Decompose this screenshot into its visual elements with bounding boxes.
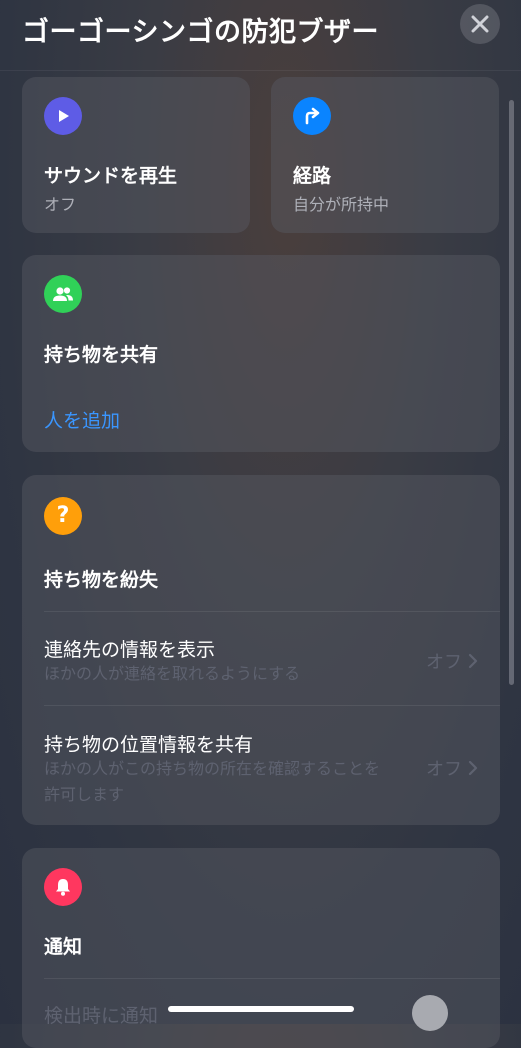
scrollbar[interactable] bbox=[509, 100, 514, 685]
row-value-text: オフ bbox=[426, 652, 462, 673]
show-contact-info-row[interactable]: 連絡先の情報を表示 ほかの人が連絡を取れるようにする オフ bbox=[22, 612, 500, 705]
directions-card[interactable]: 経路 自分が所持中 bbox=[271, 77, 499, 233]
question-mark-icon: ? bbox=[44, 497, 82, 535]
share-item-card: 持ち物を共有 人を追加 bbox=[22, 255, 500, 452]
chevron-right-icon bbox=[468, 760, 478, 776]
turn-right-arrow-icon bbox=[293, 97, 331, 135]
play-sound-status: オフ bbox=[44, 195, 77, 214]
row-value: オフ bbox=[426, 755, 478, 781]
add-person-link[interactable]: 人を追加 bbox=[44, 406, 120, 433]
directions-title: 経路 bbox=[293, 165, 332, 187]
notify-toggle[interactable] bbox=[412, 995, 448, 1031]
play-icon bbox=[44, 97, 82, 135]
row-title: 連絡先の情報を表示 bbox=[44, 639, 216, 661]
share-location-row[interactable]: 持ち物の位置情報を共有 ほかの人がこの持ち物の所在を確認することを許可します オ… bbox=[22, 706, 500, 825]
people-icon bbox=[44, 275, 82, 313]
chevron-right-icon bbox=[468, 653, 478, 669]
close-icon bbox=[471, 15, 489, 33]
lost-mode-card: ? 持ち物を紛失 連絡先の情報を表示 ほかの人が連絡を取れるようにする オフ 持… bbox=[22, 475, 500, 825]
close-button[interactable] bbox=[460, 4, 500, 44]
share-item-title: 持ち物を共有 bbox=[44, 344, 159, 366]
header: ゴーゴーシンゴの防犯ブザー bbox=[0, 0, 521, 71]
directions-status: 自分が所持中 bbox=[293, 195, 390, 214]
play-sound-card[interactable]: サウンドを再生 オフ bbox=[22, 77, 250, 233]
home-indicator[interactable] bbox=[168, 1006, 354, 1012]
lost-mode-title: 持ち物を紛失 bbox=[44, 569, 159, 591]
row-subtitle: ほかの人がこの持ち物の所在を確認することを許可します bbox=[44, 759, 381, 804]
notifications-title: 通知 bbox=[44, 936, 83, 958]
bell-icon bbox=[44, 868, 82, 906]
row-subtitle: ほかの人が連絡を取れるようにする bbox=[44, 664, 301, 683]
row-title: 持ち物の位置情報を共有 bbox=[44, 734, 254, 756]
row-value: オフ bbox=[426, 648, 478, 674]
page-title: ゴーゴーシンゴの防犯ブザー bbox=[22, 17, 379, 48]
play-sound-title: サウンドを再生 bbox=[44, 165, 178, 187]
row-value-text: オフ bbox=[426, 759, 462, 780]
